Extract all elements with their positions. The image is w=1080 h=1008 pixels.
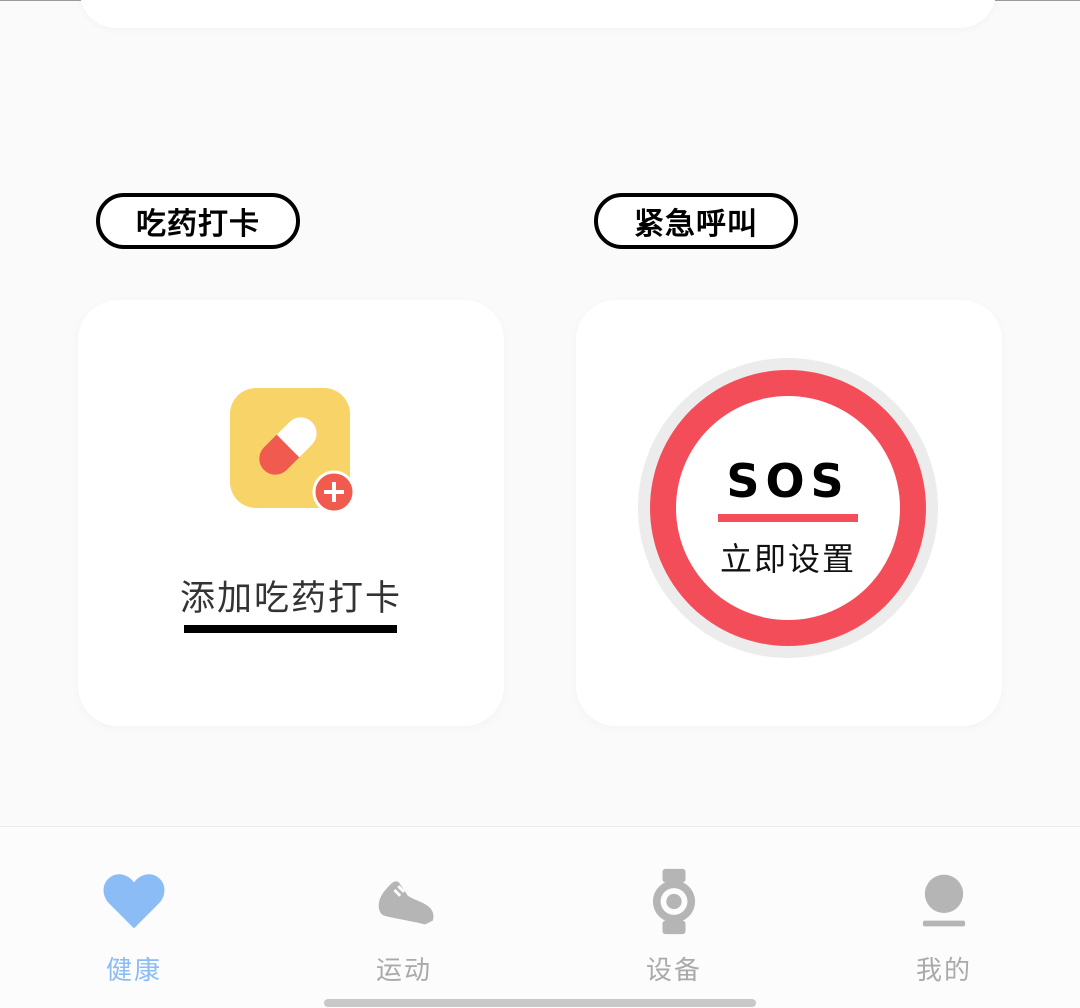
tab-mine-label: 我的	[915, 956, 972, 986]
sos-button[interactable]: SOS 立即设置	[638, 358, 938, 658]
previous-card-bottom	[80, 0, 996, 28]
sos-ring: SOS 立即设置	[650, 370, 926, 646]
add-medication-label: 添加吃药打卡	[179, 579, 402, 619]
sos-card[interactable]: SOS 立即设置	[576, 300, 1002, 726]
watch-icon	[652, 868, 696, 935]
add-medication-underline	[184, 625, 397, 633]
sos-setup-label: 立即设置	[719, 540, 856, 578]
tab-health[interactable]: 健康	[64, 867, 204, 987]
tab-device-label: 设备	[645, 956, 702, 986]
emergency-section-title: 紧急呼叫	[594, 193, 798, 249]
add-medication-card[interactable]: 添加吃药打卡	[78, 300, 504, 726]
medication-icon	[230, 388, 356, 514]
tab-sport[interactable]: 运动	[334, 867, 474, 987]
tab-health-label: 健康	[105, 956, 162, 986]
heart-icon	[103, 874, 165, 929]
sneaker-icon	[378, 881, 434, 925]
tab-mine[interactable]: 我的	[874, 867, 1014, 987]
tab-device[interactable]: 设备	[604, 867, 744, 987]
medication-section-title: 吃药打卡	[96, 193, 300, 249]
sos-underline	[718, 514, 858, 522]
person-icon	[922, 874, 966, 927]
home-indicator[interactable]	[324, 999, 756, 1007]
sos-label: SOS	[726, 454, 850, 508]
tab-sport-label: 运动	[375, 956, 432, 986]
sos-inner-circle: SOS 立即设置	[676, 396, 900, 620]
bottom-tab-bar: 健康 运动 设备 我的	[0, 826, 1080, 1008]
